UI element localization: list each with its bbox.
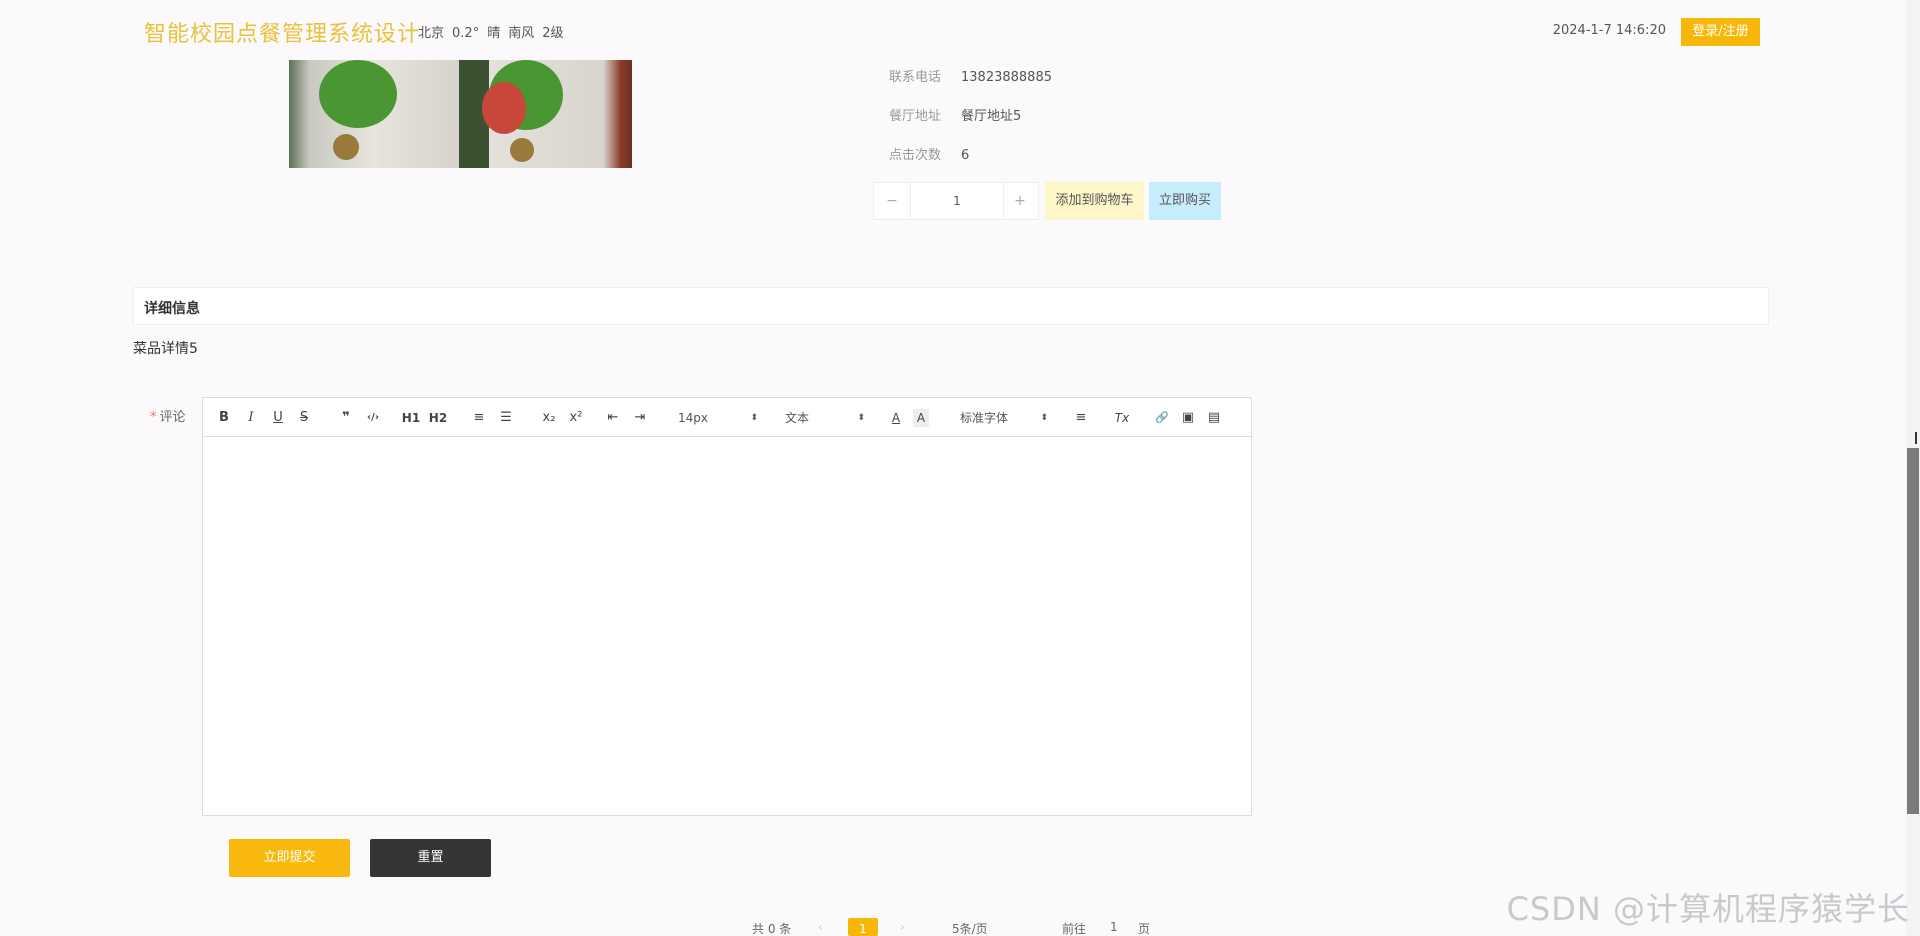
- add-to-cart-button[interactable]: 添加到购物车: [1045, 182, 1144, 220]
- info-address-value: 餐厅地址5: [961, 109, 1022, 124]
- detail-section-header: 详细信息: [133, 287, 1769, 325]
- link-icon[interactable]: 🔗: [1153, 409, 1171, 427]
- info-phone-label: 联系电话: [889, 70, 942, 85]
- bold-icon[interactable]: B: [215, 409, 233, 427]
- bullet-list-icon[interactable]: ☰: [497, 409, 515, 427]
- heading-1-icon[interactable]: H1: [400, 409, 422, 427]
- info-clicks-row: 点击次数 6: [889, 144, 969, 163]
- image-icon[interactable]: ▣: [1179, 409, 1197, 427]
- comment-editor: B I U S ❞ ‹/› H1 H2 ≡ ☰ x₂ x² ⇤ ⇥ 14px ⬍ …: [202, 397, 1252, 816]
- product-image: [289, 60, 632, 168]
- chevron-updown-icon: ⬍: [857, 413, 865, 423]
- strikethrough-icon[interactable]: S: [295, 409, 313, 427]
- font-family-value: 标准字体: [960, 411, 1009, 425]
- outdent-icon[interactable]: ⇤: [604, 409, 622, 427]
- weather-level: 2级: [542, 26, 564, 41]
- info-clicks-value: 6: [961, 148, 970, 163]
- text-type-select[interactable]: 文本 ⬍: [785, 409, 865, 427]
- editor-content-area[interactable]: [203, 437, 1251, 815]
- weather-temp: 0.2°: [452, 26, 480, 41]
- login-register-button[interactable]: 登录/注册: [1681, 18, 1760, 46]
- pagination-page-unit: 页: [1138, 922, 1151, 936]
- quantity-minus-button[interactable]: −: [874, 183, 910, 219]
- submit-button[interactable]: 立即提交: [229, 839, 350, 877]
- clear-format-icon[interactable]: Tx: [1112, 409, 1132, 427]
- comment-label: * 评论: [150, 406, 186, 425]
- scrollbar-thumb[interactable]: [1907, 448, 1919, 814]
- green-apple-shape: [319, 60, 397, 128]
- superscript-icon[interactable]: x²: [565, 409, 587, 427]
- detail-content: 菜品详情5: [133, 341, 198, 357]
- info-phone-value: 13823888885: [961, 70, 1052, 85]
- reset-button[interactable]: 重置: [370, 839, 491, 877]
- pagination-page-size-select[interactable]: 5条/页: [952, 920, 988, 936]
- video-icon[interactable]: ▤: [1205, 409, 1223, 427]
- background-color-icon[interactable]: A: [913, 409, 929, 427]
- pagination-prev-button[interactable]: ‹: [818, 920, 823, 934]
- info-phone-row: 联系电话 13823888885: [889, 66, 1052, 85]
- ordered-list-icon[interactable]: ≡: [470, 409, 488, 427]
- cursor-mark: [1915, 432, 1917, 444]
- pagination-goto-input[interactable]: 1: [1110, 920, 1118, 934]
- chevron-updown-icon: ⬍: [750, 413, 758, 423]
- italic-icon[interactable]: I: [242, 409, 260, 427]
- comment-label-text: 评论: [159, 410, 186, 425]
- buy-now-button[interactable]: 立即购买: [1149, 182, 1221, 220]
- quantity-input[interactable]: 1: [910, 183, 1004, 219]
- coin-right: [510, 138, 534, 162]
- pagination-total: 共 0 条: [752, 922, 792, 936]
- pagination-next-button[interactable]: ›: [900, 920, 905, 934]
- info-clicks-label: 点击次数: [889, 148, 942, 163]
- watermark: CSDN @计算机程序猿学长: [1506, 890, 1910, 928]
- font-size-select[interactable]: 14px ⬍: [678, 409, 758, 427]
- heading-2-icon[interactable]: H2: [427, 409, 449, 427]
- font-color-icon[interactable]: A: [888, 409, 904, 427]
- align-icon[interactable]: ≡: [1072, 409, 1090, 427]
- weather-condition: 晴: [487, 26, 501, 41]
- current-datetime: 2024-1-7 14:6:20: [1552, 23, 1666, 38]
- weather-city: 北京: [418, 26, 445, 41]
- required-mark: *: [150, 410, 157, 425]
- info-address-row: 餐厅地址 餐厅地址5: [889, 105, 1021, 124]
- blockquote-icon[interactable]: ❞: [337, 409, 355, 427]
- pagination-goto-label: 前往: [1062, 922, 1087, 936]
- font-size-value: 14px: [678, 411, 708, 425]
- weather-wind: 南风: [508, 26, 535, 41]
- text-type-value: 文本: [785, 411, 810, 425]
- font-family-select[interactable]: 标准字体 ⬍: [960, 409, 1048, 427]
- detail-title: 详细信息: [144, 301, 200, 317]
- coin-left: [333, 134, 359, 160]
- subscript-icon[interactable]: x₂: [538, 409, 560, 427]
- underline-icon[interactable]: U: [269, 409, 287, 427]
- weather-widget: 北京 0.2° 晴南风 2级: [418, 22, 572, 41]
- site-title[interactable]: 智能校园点餐管理系统设计: [144, 16, 420, 48]
- code-block-icon[interactable]: ‹/›: [364, 409, 382, 427]
- editor-toolbar: B I U S ❞ ‹/› H1 H2 ≡ ☰ x₂ x² ⇤ ⇥ 14px ⬍ …: [203, 398, 1251, 437]
- bitten-apple-mark: [482, 82, 526, 134]
- indent-icon[interactable]: ⇥: [631, 409, 649, 427]
- quantity-stepper: − 1 +: [873, 182, 1039, 220]
- quantity-plus-button[interactable]: +: [1002, 183, 1038, 219]
- pagination-current-page[interactable]: 1: [848, 918, 878, 936]
- info-address-label: 餐厅地址: [889, 109, 942, 124]
- chevron-updown-icon: ⬍: [1040, 413, 1048, 423]
- top-bar: 智能校园点餐管理系统设计 北京 0.2° 晴南风 2级 2024-1-7 14:6:2…: [0, 0, 1920, 60]
